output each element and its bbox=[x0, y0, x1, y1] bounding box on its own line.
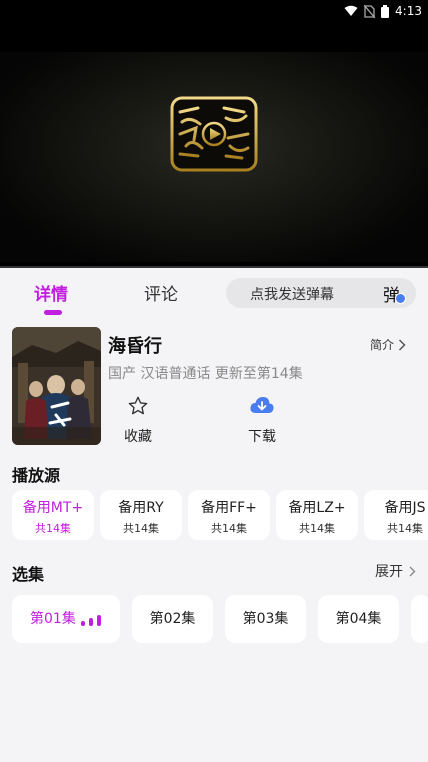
download-label: 下载 bbox=[248, 429, 276, 445]
episode-name: 第04集 bbox=[335, 611, 382, 627]
source-chip[interactable]: 备用RY 共14集 bbox=[100, 490, 182, 540]
no-sim-icon bbox=[364, 4, 376, 18]
tab-details[interactable]: 详情 bbox=[34, 280, 68, 305]
wifi-icon bbox=[344, 5, 358, 16]
episode-chip[interactable]: 第02集 bbox=[132, 595, 213, 643]
broadcast-logo bbox=[170, 96, 258, 172]
sources-title: 播放源 bbox=[12, 466, 61, 485]
source-chip[interactable]: 备用MT+ 共14集 bbox=[12, 490, 94, 540]
source-count: 共14集 bbox=[299, 522, 335, 535]
episode-name: 第01集 bbox=[30, 611, 76, 627]
episode-chip-partial[interactable] bbox=[411, 595, 428, 643]
video-player[interactable] bbox=[0, 22, 428, 267]
source-chip[interactable]: 备用LZ+ 共14集 bbox=[276, 490, 358, 540]
source-chip[interactable]: 备用JS 共14集 bbox=[364, 490, 428, 540]
now-playing-icon bbox=[81, 615, 101, 626]
danmaku-toggle-icon[interactable]: 弹 bbox=[383, 281, 409, 306]
star-icon bbox=[128, 396, 148, 415]
download-button[interactable]: 下载 bbox=[232, 395, 292, 446]
favorite-button[interactable]: 收藏 bbox=[108, 395, 168, 446]
episode-name: 第03集 bbox=[242, 611, 289, 627]
intro-link[interactable]: 简介 bbox=[370, 336, 406, 353]
status-bar: 4:13 bbox=[0, 0, 428, 22]
source-count: 共14集 bbox=[211, 522, 247, 535]
source-name: 备用LZ+ bbox=[288, 500, 346, 516]
source-name: 备用MT+ bbox=[22, 500, 84, 516]
expand-label: 展开 bbox=[375, 564, 403, 580]
episode-chip[interactable]: 第04集 bbox=[318, 595, 399, 643]
favorite-label: 收藏 bbox=[124, 429, 152, 445]
source-count: 共14集 bbox=[123, 522, 159, 535]
episodes-title: 选集 bbox=[12, 565, 45, 584]
tab-indicator bbox=[44, 310, 62, 315]
battery-icon bbox=[381, 4, 390, 18]
status-time: 4:13 bbox=[395, 4, 422, 18]
source-count: 共14集 bbox=[387, 522, 423, 535]
details-panel: 详情 评论 点我发送弹幕 弹 海昏行 简介 国产 汉语普通话 更新至第14集 收… bbox=[0, 268, 428, 762]
source-name: 备用FF+ bbox=[201, 500, 257, 516]
show-meta: 国产 汉语普通话 更新至第14集 bbox=[108, 366, 303, 382]
chevron-right-icon bbox=[409, 566, 416, 576]
show-title: 海昏行 bbox=[108, 336, 162, 357]
source-list: 备用MT+ 共14集 备用RY 共14集 备用FF+ 共14集 备用LZ+ 共1… bbox=[12, 490, 428, 540]
danmaku-input[interactable]: 点我发送弹幕 弹 bbox=[226, 278, 416, 308]
danmaku-placeholder: 点我发送弹幕 bbox=[250, 287, 334, 303]
intro-label: 简介 bbox=[370, 338, 395, 352]
episode-chip[interactable]: 第01集 bbox=[12, 595, 120, 643]
source-count: 共14集 bbox=[35, 522, 71, 535]
show-poster[interactable] bbox=[12, 327, 101, 445]
source-name: 备用RY bbox=[118, 500, 164, 516]
episode-name: 第02集 bbox=[149, 611, 196, 627]
source-name: 备用JS bbox=[384, 500, 426, 516]
expand-button[interactable]: 展开 bbox=[375, 561, 416, 581]
status-icons: 4:13 bbox=[344, 2, 422, 20]
episode-chip[interactable]: 第03集 bbox=[225, 595, 306, 643]
tab-comments[interactable]: 评论 bbox=[144, 280, 178, 305]
cloud-download-icon bbox=[250, 397, 274, 413]
episode-list: 第01集 第02集 第03集 第04集 bbox=[12, 595, 428, 643]
chevron-right-icon bbox=[398, 338, 406, 351]
tab-bar: 详情 评论 点我发送弹幕 弹 bbox=[0, 268, 428, 318]
danmaku-on-badge bbox=[395, 293, 406, 304]
source-chip[interactable]: 备用FF+ 共14集 bbox=[188, 490, 270, 540]
